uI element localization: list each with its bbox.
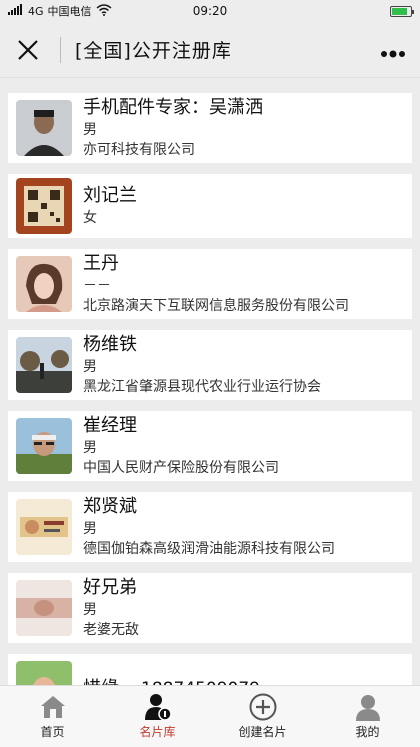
tab-home[interactable]: 首页 xyxy=(0,686,105,747)
status-left: 4G 中国电信 xyxy=(8,3,112,19)
card-gender: 男 xyxy=(83,359,97,375)
avatar xyxy=(16,256,72,312)
contact-card[interactable]: 手机配件专家：吴潇洒 男 亦可科技有限公司 xyxy=(8,93,412,163)
card-name: 杨维铁 xyxy=(83,334,137,355)
avatar xyxy=(16,661,72,685)
card-gender: 男 xyxy=(83,602,97,618)
avatar xyxy=(16,580,72,636)
card-name: 郑贤斌 xyxy=(83,496,137,517)
card-gender: 男 xyxy=(83,440,97,456)
avatar xyxy=(16,178,72,234)
tab-label: 首页 xyxy=(40,725,65,739)
contact-card[interactable]: 好兄弟 男 老婆无敌 xyxy=(8,573,412,643)
contact-card[interactable]: 惜缘18874509079 xyxy=(8,654,412,685)
card-gender: 女 xyxy=(83,210,97,226)
avatar xyxy=(16,100,72,156)
page-title: [全国]公开注册库 xyxy=(75,40,232,62)
card-name: 惜缘18874509079 xyxy=(83,677,260,685)
nav-divider xyxy=(60,36,61,63)
home-icon xyxy=(39,693,67,721)
avatar xyxy=(16,337,72,393)
tab-card-library[interactable]: 名片库 xyxy=(105,686,210,747)
status-right xyxy=(390,5,414,17)
card-body: 杨维铁 男 黑龙江省肇源县现代农业行业运行协会 xyxy=(83,333,321,397)
card-body: 王丹 －－ 北京路演天下互联网信息服务股份有限公司 xyxy=(83,252,349,316)
user-card-icon xyxy=(144,693,172,721)
network-type: 4G xyxy=(28,4,44,18)
tab-mine[interactable]: 我的 xyxy=(315,686,420,747)
card-body: 好兄弟 男 老婆无敌 xyxy=(83,576,139,640)
card-gender: 男 xyxy=(83,521,97,537)
card-body: 手机配件专家：吴潇洒 男 亦可科技有限公司 xyxy=(83,96,263,160)
tab-label: 名片库 xyxy=(139,725,176,739)
card-name: 刘记兰 xyxy=(83,185,137,206)
contact-card[interactable]: 刘记兰 女 xyxy=(8,174,412,238)
card-name: 王丹 xyxy=(83,253,119,274)
card-gender: 男 xyxy=(83,122,97,138)
card-company: 老婆无敌 xyxy=(83,622,139,638)
contact-card[interactable]: 郑贤斌 男 德国伽铂森高级润滑油能源科技有限公司 xyxy=(8,492,412,562)
profile-icon xyxy=(354,693,382,721)
plus-circle-icon xyxy=(249,693,277,721)
nav-bar: [全国]公开注册库 xyxy=(0,22,420,78)
card-body: 惜缘18874509079 xyxy=(83,677,260,685)
tab-label: 创建名片 xyxy=(238,725,287,739)
wifi-icon xyxy=(96,3,112,19)
avatar xyxy=(16,418,72,474)
card-name: 崔经理 xyxy=(83,415,137,436)
tab-create-card[interactable]: 创建名片 xyxy=(210,686,315,747)
card-list[interactable]: 手机配件专家：吴潇洒 男 亦可科技有限公司 刘记兰 女 王丹 －－ 北京路演天下… xyxy=(0,89,420,685)
avatar xyxy=(16,499,72,555)
card-name: 好兄弟 xyxy=(83,577,137,598)
status-bar: 4G 中国电信 09:20 xyxy=(0,0,420,22)
more-menu-icon[interactable] xyxy=(380,37,406,63)
carrier-name: 中国电信 xyxy=(47,5,92,18)
card-body: 崔经理 男 中国人民财产保险股份有限公司 xyxy=(83,414,279,478)
card-name: 手机配件专家：吴潇洒 xyxy=(83,97,263,118)
contact-card[interactable]: 崔经理 男 中国人民财产保险股份有限公司 xyxy=(8,411,412,481)
card-gender: －－ xyxy=(83,278,111,294)
card-company: 亦可科技有限公司 xyxy=(83,142,195,158)
card-body: 刘记兰 女 xyxy=(83,184,137,228)
close-icon[interactable] xyxy=(14,36,42,64)
card-company: 德国伽铂森高级润滑油能源科技有限公司 xyxy=(83,541,335,557)
contact-card[interactable]: 杨维铁 男 黑龙江省肇源县现代农业行业运行协会 xyxy=(8,330,412,400)
tab-bar: 首页 名片库 创建名片 我的 xyxy=(0,685,420,747)
card-body: 郑贤斌 男 德国伽铂森高级润滑油能源科技有限公司 xyxy=(83,495,335,559)
battery-icon xyxy=(390,5,414,17)
signal-icon xyxy=(8,4,24,18)
contact-card[interactable]: 王丹 －－ 北京路演天下互联网信息服务股份有限公司 xyxy=(8,249,412,319)
card-company: 黑龙江省肇源县现代农业行业运行协会 xyxy=(83,379,321,395)
tab-label: 我的 xyxy=(355,725,380,739)
card-name-text: 惜缘 xyxy=(83,678,119,685)
card-company: 北京路演天下互联网信息服务股份有限公司 xyxy=(83,298,349,314)
card-company: 中国人民财产保险股份有限公司 xyxy=(83,460,279,476)
